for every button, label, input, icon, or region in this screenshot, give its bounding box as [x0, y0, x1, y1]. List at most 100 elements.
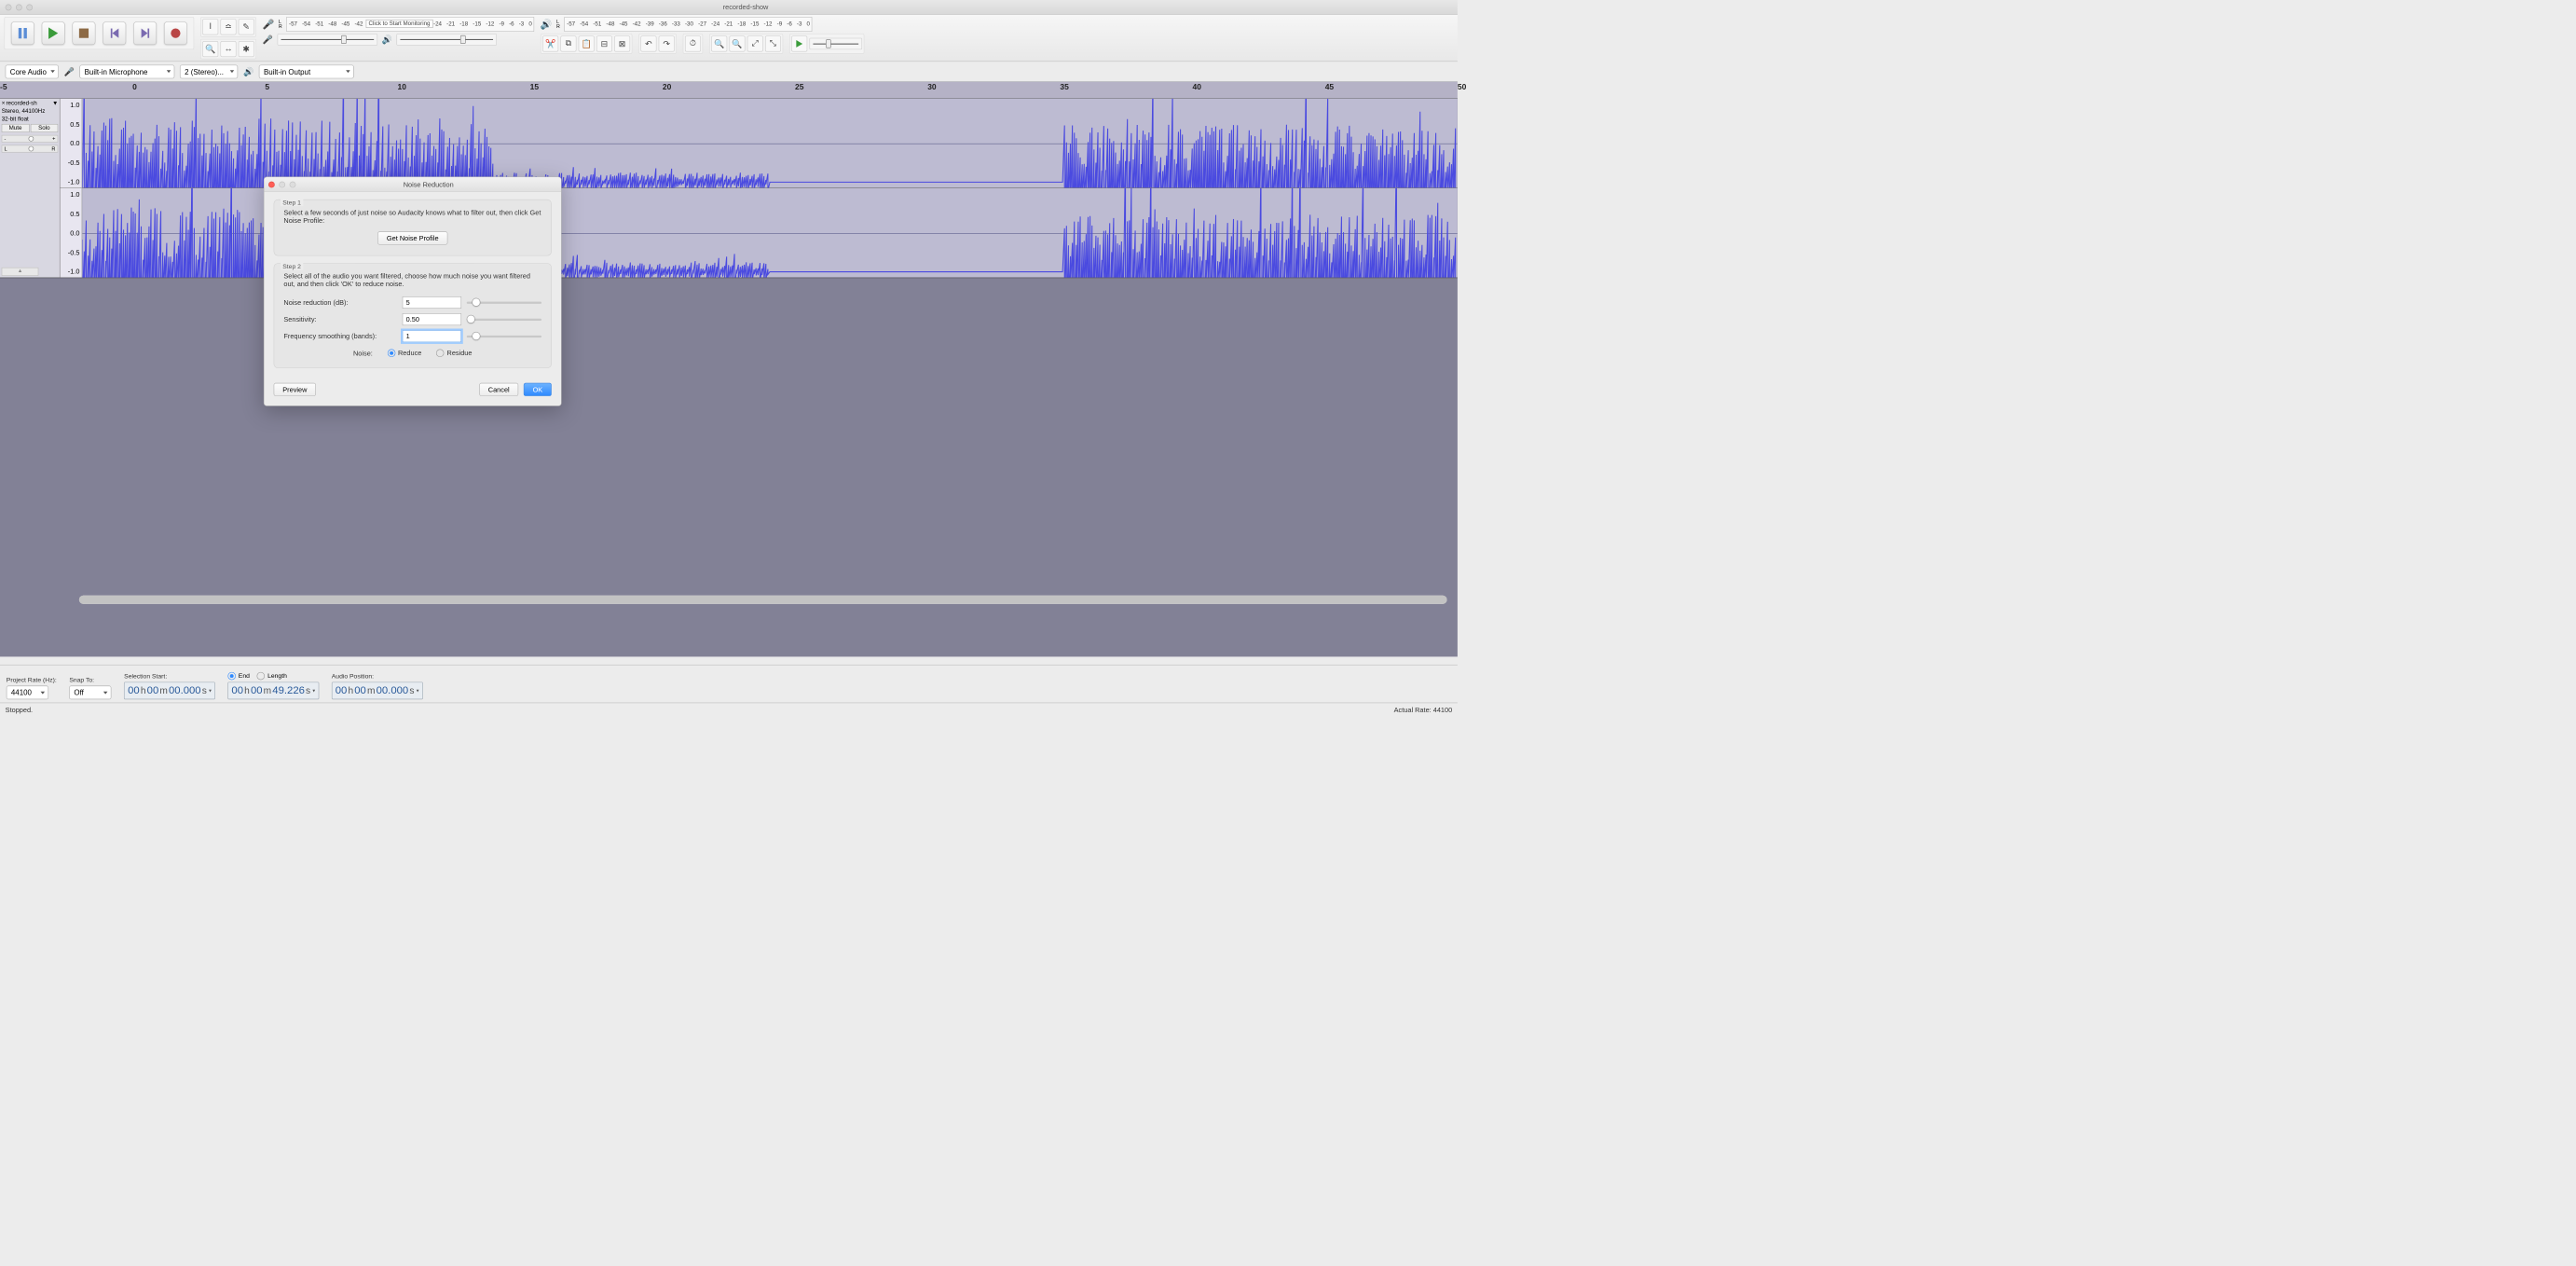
audio-position-col: Audio Position: 00h 00m 00.000s▾ [332, 672, 423, 699]
radio-unchecked-icon [436, 350, 444, 357]
fit-selection-button[interactable]: ⤢ [747, 35, 763, 51]
get-noise-profile-button[interactable]: Get Noise Profile [377, 231, 447, 244]
draw-tool-button[interactable]: ✎ [239, 19, 254, 34]
meter-lr-labels-play: LR [556, 20, 560, 29]
minimize-window-icon[interactable] [16, 4, 22, 10]
paste-button[interactable]: 📋 [579, 35, 595, 51]
multi-tool-button[interactable]: ✱ [239, 41, 254, 57]
play-speed-slider[interactable] [809, 38, 862, 49]
end-radio[interactable]: End [227, 672, 249, 681]
project-rate-label: Project Rate (Hz): [7, 676, 57, 683]
mic-icon[interactable]: 🎤 [263, 19, 275, 30]
clipboard-group: ✂️ ⧉ 📋 ⊟ ⊠ [541, 34, 632, 54]
silence-button[interactable]: ⊠ [614, 35, 630, 51]
track-collapse-button[interactable]: ▲ [2, 268, 39, 276]
length-radio[interactable]: Length [257, 672, 287, 681]
skip-end-button[interactable] [133, 21, 157, 45]
edit-tools-group-2: 🔍 ↔ ✱ [200, 39, 256, 60]
audio-host-combo[interactable]: Core Audio [6, 64, 59, 78]
fit-project-button[interactable]: ⤡ [765, 35, 781, 51]
mic-device-icon: 🎤 [64, 66, 75, 76]
snap-to-label: Snap To: [69, 676, 111, 683]
zoom-window-icon[interactable] [26, 4, 33, 10]
timeline-ruler[interactable]: -505101520253035404550 [0, 82, 1458, 99]
play-at-speed-button[interactable] [791, 35, 807, 51]
frequency-smoothing-slider[interactable] [467, 336, 541, 337]
track-close-button[interactable]: × [2, 101, 6, 107]
radio-unchecked-icon [257, 672, 265, 680]
sensitivity-slider[interactable] [467, 318, 541, 320]
rec-level-slider[interactable] [278, 34, 378, 45]
input-device-combo[interactable]: Built-in Microphone [80, 64, 175, 78]
selection-tool-button[interactable]: I [202, 19, 218, 34]
trim-button[interactable]: ⊟ [596, 35, 612, 51]
pan-slider[interactable]: LR [2, 145, 59, 153]
skip-start-button[interactable] [103, 21, 126, 45]
redo-button[interactable]: ↷ [659, 35, 675, 51]
cancel-button[interactable]: Cancel [479, 383, 518, 396]
sensitivity-input[interactable] [403, 313, 461, 325]
cut-button[interactable]: ✂️ [542, 35, 558, 51]
audio-position-field[interactable]: 00h 00m 00.000s▾ [332, 682, 423, 700]
mute-button[interactable]: Mute [2, 124, 30, 132]
mic-slider-icon: 🎤 [263, 34, 273, 45]
dialog-titlebar[interactable]: Noise Reduction [264, 177, 561, 192]
record-icon [171, 29, 180, 38]
project-rate-col: Project Rate (Hz): 44100 [7, 676, 57, 699]
track-control-panel: × recorded-sh ▼ Stereo, 44100Hz 32-bit f… [0, 99, 61, 278]
track-name[interactable]: recorded-sh [6, 101, 50, 107]
ok-button[interactable]: OK [524, 383, 552, 396]
input-channels-combo[interactable]: 2 (Stereo)... [180, 64, 238, 78]
solo-button[interactable]: Solo [31, 124, 59, 132]
residue-radio[interactable]: Residue [436, 349, 472, 357]
step1-label: Step 1 [281, 199, 303, 206]
snap-to-col: Snap To: Off [69, 676, 111, 699]
reduce-radio[interactable]: Reduce [388, 349, 422, 357]
envelope-tool-button[interactable]: ≏ [221, 19, 237, 34]
step2-section: Step 2 Select all of the audio you want … [274, 263, 552, 368]
status-bar: Stopped. Actual Rate: 44100 [0, 703, 1458, 717]
window-title: recorded-show [39, 3, 1452, 10]
transport-group [5, 17, 195, 49]
speaker-device-icon: 🔊 [243, 66, 253, 76]
stop-button[interactable] [73, 21, 96, 45]
stop-icon [79, 29, 89, 38]
noise-reduction-input[interactable] [403, 296, 461, 309]
audio-position-label: Audio Position: [332, 672, 423, 680]
selection-start-field[interactable]: 00h 00m 00.000s▾ [124, 682, 215, 700]
record-button[interactable] [164, 21, 187, 45]
vertical-scale[interactable]: 1.00.50.0-0.5-1.0 1.00.50.0-0.5-1.0 [61, 99, 83, 278]
snap-to-combo[interactable]: Off [69, 686, 111, 700]
speaker-icon[interactable]: 🔊 [541, 19, 553, 30]
track-format-label: Stereo, 44100Hz [2, 108, 59, 115]
project-rate-combo[interactable]: 44100 [7, 686, 48, 700]
zoom-in-button[interactable]: 🔍 [711, 35, 727, 51]
sync-lock-button[interactable]: ⏱ [685, 35, 701, 51]
zoom-out-button[interactable]: 🔍 [729, 35, 745, 51]
frequency-smoothing-input[interactable] [403, 330, 461, 342]
zoom-tool-button[interactable]: 🔍 [202, 41, 218, 57]
edit-tools-group: I ≏ ✎ [200, 17, 256, 37]
timeshift-tool-button[interactable]: ↔ [221, 41, 237, 57]
track-menu-chevron-icon[interactable]: ▼ [52, 101, 58, 107]
playback-meter[interactable]: -57-54-51-48-45-42-39-36-33-30-27-24-21-… [564, 17, 812, 32]
audio-host-label: Core Audio [10, 67, 47, 76]
close-window-icon[interactable] [6, 4, 12, 10]
play-button[interactable] [42, 21, 65, 45]
radio-checked-icon [388, 350, 395, 357]
dialog-close-icon[interactable] [268, 181, 275, 187]
rec-level-row: 🎤 🔊 [263, 34, 534, 45]
dialog-footer: Preview Cancel OK [264, 383, 561, 406]
pause-button[interactable] [11, 21, 34, 45]
gain-slider[interactable]: -+ [2, 135, 59, 143]
horizontal-scrollbar[interactable] [79, 596, 1447, 604]
recording-meter[interactable]: Click to Start Monitoring -57-54-51-48-4… [286, 17, 534, 32]
copy-button[interactable]: ⧉ [560, 35, 576, 51]
output-device-combo[interactable]: Built-in Output [259, 64, 354, 78]
selection-end-field[interactable]: 00h 00m 49.226s▾ [227, 682, 319, 700]
undo-button[interactable]: ↶ [640, 35, 656, 51]
window-titlebar: recorded-show [0, 0, 1458, 15]
noise-reduction-slider[interactable] [467, 301, 541, 303]
play-level-slider[interactable] [396, 34, 497, 45]
preview-button[interactable]: Preview [274, 383, 316, 396]
